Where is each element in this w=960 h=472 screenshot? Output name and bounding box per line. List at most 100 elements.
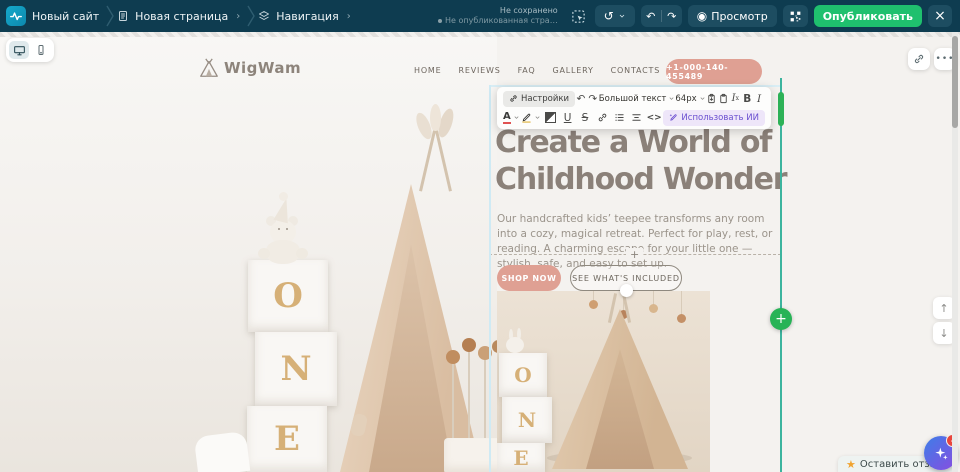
breadcrumb-site[interactable]: Новый сайт xyxy=(32,10,99,23)
breadcrumb-page[interactable]: Новая страница xyxy=(135,10,228,23)
scrollbar-thumb[interactable] xyxy=(952,36,958,128)
canvas-top-stripes xyxy=(0,32,960,37)
history-button[interactable]: ↺ xyxy=(595,5,635,27)
underline-button[interactable]: U xyxy=(560,110,576,126)
status-unsaved: Не сохранено xyxy=(438,6,558,16)
cube-letter: O xyxy=(273,276,303,316)
clear-format-button[interactable]: Ix xyxy=(729,91,741,107)
text-color-select[interactable]: A xyxy=(503,112,520,124)
background-fill-button[interactable] xyxy=(542,110,558,126)
cursor-select-icon xyxy=(571,9,586,24)
save-status: Не сохранено Не опубликованная стра… xyxy=(438,6,558,26)
font-size-select[interactable]: 64px xyxy=(675,94,705,104)
image-block-handle[interactable] xyxy=(620,284,633,297)
chevron-down-icon xyxy=(513,114,520,121)
headline-line2: Childhood Wonder xyxy=(495,161,790,198)
fill-square-icon xyxy=(545,112,556,123)
link-icon xyxy=(509,94,518,103)
star-icon: ★ xyxy=(846,458,856,471)
letter-cube: O xyxy=(248,260,328,332)
settings-label: Настройки xyxy=(521,94,569,104)
add-block-plus[interactable]: + xyxy=(626,248,643,261)
selection-resize-handle[interactable] xyxy=(778,92,784,126)
cube-letter: N xyxy=(518,408,536,432)
top-bar: Новый сайт Новая страница › Навигация › … xyxy=(0,0,960,32)
copy-style-button[interactable] xyxy=(718,91,730,107)
cube-letter: N xyxy=(280,349,311,389)
select-mode-button[interactable] xyxy=(568,5,589,27)
preview-button[interactable]: ◉ Просмотр xyxy=(688,5,777,27)
arrow-down-icon: ↓ xyxy=(939,327,948,340)
status-unpublished: Не опубликованная стра… xyxy=(445,16,558,26)
redo-button[interactable]: ↷ xyxy=(662,5,682,27)
code-button[interactable]: <> xyxy=(646,110,662,126)
link-icon xyxy=(913,53,925,65)
status-dot xyxy=(438,19,442,23)
nav-item-reviews[interactable]: REVIEWS xyxy=(458,66,500,75)
use-ai-button[interactable]: Использовать ИИ xyxy=(663,110,765,126)
qr-grid-icon xyxy=(789,10,802,23)
list-icon xyxy=(614,112,625,123)
sparkle-icon xyxy=(933,445,949,461)
desktop-view-button[interactable] xyxy=(9,41,29,59)
chevron-right-icon[interactable]: › xyxy=(236,11,240,22)
publish-button[interactable]: Опубликовать xyxy=(814,5,922,27)
paste-style-button[interactable] xyxy=(706,91,718,107)
marker-pen-icon xyxy=(521,112,532,123)
cube-letter: O xyxy=(514,363,531,387)
text-style-select[interactable]: Большой текст xyxy=(599,94,676,104)
settings-button[interactable]: Настройки xyxy=(503,91,575,107)
headline-line1: Create a World of xyxy=(495,124,790,161)
use-ai-label: Использовать ИИ xyxy=(681,113,759,123)
highlight-color-select[interactable] xyxy=(521,112,541,123)
site-logo[interactable]: WigWam xyxy=(198,57,301,79)
builder-logo[interactable] xyxy=(6,6,26,26)
preview-label: Просмотр xyxy=(711,10,767,23)
device-toggle xyxy=(6,38,54,62)
undo-button[interactable]: ↶ xyxy=(575,91,587,107)
nav-item-faq[interactable]: FAQ xyxy=(518,66,536,75)
undo-button[interactable]: ↶ xyxy=(641,5,661,27)
hero-body-text[interactable]: Our handcrafted kids’ teepee transforms … xyxy=(497,212,773,272)
block-link-button[interactable] xyxy=(908,48,930,70)
teepee-icon xyxy=(198,57,220,79)
preview-eye-icon: ◉ xyxy=(697,9,707,23)
cube-letter: E xyxy=(274,419,300,459)
letter-cube: N xyxy=(255,332,337,406)
mobile-view-button[interactable] xyxy=(31,41,51,59)
phone-button[interactable]: +1-000-140-455489 xyxy=(666,59,762,84)
chevron-down-icon xyxy=(534,114,541,121)
list-button[interactable] xyxy=(612,110,628,126)
redo-button[interactable]: ↷ xyxy=(587,91,599,107)
nav-item-contacts[interactable]: CONTACTS xyxy=(611,66,660,75)
content-photo[interactable]: O N E xyxy=(497,291,710,472)
add-element-button[interactable]: + xyxy=(770,308,792,330)
phone-icon xyxy=(35,44,47,56)
bold-button[interactable]: B xyxy=(741,91,753,107)
chevron-right-icon[interactable]: › xyxy=(347,11,351,22)
editor-window: Новый сайт Новая страница › Навигация › … xyxy=(0,0,960,472)
hero-headline[interactable]: Create a World of Childhood Wonder xyxy=(495,124,790,198)
shop-now-button[interactable]: SHOP NOW xyxy=(497,265,561,291)
history-icon: ↺ xyxy=(604,9,614,23)
align-button[interactable] xyxy=(629,110,645,126)
insert-link-button[interactable] xyxy=(594,110,610,126)
chevron-down-icon xyxy=(618,12,626,20)
close-button[interactable]: × xyxy=(928,5,952,27)
chevron-down-icon xyxy=(668,95,675,102)
strikethrough-button[interactable]: S xyxy=(577,110,593,126)
breadcrumb-separator-icon xyxy=(105,5,115,27)
chevron-down-icon xyxy=(699,95,706,102)
monitor-icon xyxy=(13,44,26,57)
breadcrumb-block[interactable]: Навигация xyxy=(276,10,338,23)
qr-code-button[interactable] xyxy=(783,5,808,27)
selection-border-right[interactable] xyxy=(780,78,782,472)
pulse-icon xyxy=(9,9,23,23)
site-nav: HOME REVIEWS FAQ GALLERY CONTACTS xyxy=(414,66,660,75)
text-toolbar: Настройки ↶ ↷ Большой текст 64px xyxy=(497,87,771,129)
text-style-value: Большой текст xyxy=(599,94,667,104)
italic-button[interactable]: I xyxy=(753,91,765,107)
nav-item-home[interactable]: HOME xyxy=(414,66,441,75)
align-center-icon xyxy=(631,112,642,123)
nav-item-gallery[interactable]: GALLERY xyxy=(552,66,593,75)
